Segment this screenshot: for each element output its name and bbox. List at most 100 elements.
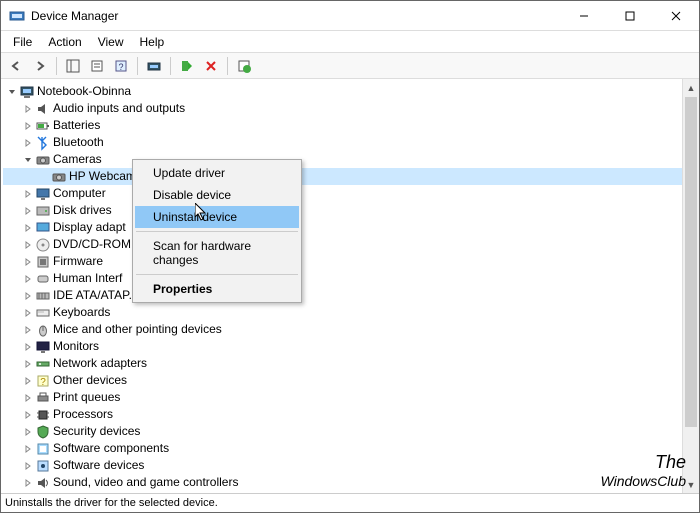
vertical-scrollbar[interactable]: ▲ ▼	[682, 79, 699, 493]
show-hide-tree-button[interactable]	[62, 55, 84, 77]
expander-icon[interactable]	[21, 442, 35, 456]
expander-icon[interactable]	[21, 289, 35, 303]
uninstall-device-button[interactable]	[200, 55, 222, 77]
tree-item[interactable]: Bluetooth	[3, 134, 699, 151]
tree-item[interactable]: Security devices	[3, 423, 699, 440]
expander-icon[interactable]	[21, 425, 35, 439]
tree-item-label: Software devices	[53, 457, 144, 474]
scroll-thumb[interactable]	[685, 97, 697, 427]
ctx-separator	[136, 274, 298, 275]
ctx-uninstall-device[interactable]: Uninstall device	[135, 206, 299, 228]
expander-icon[interactable]	[21, 119, 35, 133]
expander-icon[interactable]	[21, 255, 35, 269]
expander-icon[interactable]	[5, 85, 19, 99]
expander-icon[interactable]	[37, 170, 51, 184]
expander-icon[interactable]	[21, 493, 35, 494]
tree-item-label: IDE ATA/ATAP...	[53, 287, 139, 304]
ctx-properties[interactable]: Properties	[135, 278, 299, 300]
help-button[interactable]: ?	[110, 55, 132, 77]
menu-action[interactable]: Action	[40, 33, 89, 51]
tree-item[interactable]: Audio inputs and outputs	[3, 100, 699, 117]
expander-icon[interactable]	[21, 408, 35, 422]
window-title: Device Manager	[31, 9, 561, 23]
ctx-update-driver[interactable]: Update driver	[135, 162, 299, 184]
tree-item[interactable]: ?Other devices	[3, 372, 699, 389]
expander-icon[interactable]	[21, 340, 35, 354]
tree-item[interactable]: Storage controllers	[3, 491, 699, 493]
tree-item-label: Other devices	[53, 372, 127, 389]
tree-item-label: Mice and other pointing devices	[53, 321, 222, 338]
expander-icon[interactable]	[21, 204, 35, 218]
tree-item[interactable]: Human Interf	[3, 270, 699, 287]
tree-item-label: Security devices	[53, 423, 140, 440]
tree-item[interactable]: DVD/CD-ROM	[3, 236, 699, 253]
disk-icon	[35, 203, 51, 219]
expander-icon[interactable]	[21, 136, 35, 150]
keyboard-icon	[35, 305, 51, 321]
enable-device-button[interactable]	[176, 55, 198, 77]
tree-item[interactable]: Software components	[3, 440, 699, 457]
close-button[interactable]	[653, 1, 699, 31]
properties-button[interactable]	[86, 55, 108, 77]
device-tree[interactable]: Notebook-ObinnaAudio inputs and outputsB…	[1, 79, 699, 493]
expander-icon[interactable]	[21, 153, 35, 167]
menu-view[interactable]: View	[90, 33, 132, 51]
expander-icon[interactable]	[21, 476, 35, 490]
tree-item[interactable]: Sound, video and game controllers	[3, 474, 699, 491]
tree-item[interactable]: Computer	[3, 185, 699, 202]
tree-item[interactable]: Monitors	[3, 338, 699, 355]
tree-item-label: Keyboards	[53, 304, 110, 321]
minimize-button[interactable]	[561, 1, 607, 31]
expander-icon[interactable]	[21, 221, 35, 235]
back-button[interactable]	[5, 55, 27, 77]
expander-icon[interactable]	[21, 306, 35, 320]
tree-item-label: Notebook-Obinna	[37, 83, 131, 100]
menu-file[interactable]: File	[5, 33, 40, 51]
tree-item[interactable]: Network adapters	[3, 355, 699, 372]
expander-icon[interactable]	[21, 357, 35, 371]
tree-item[interactable]: Processors	[3, 406, 699, 423]
tree-item[interactable]: HP Webcam	[3, 168, 699, 185]
tree-item[interactable]: Cameras	[3, 151, 699, 168]
tree-item[interactable]: Print queues	[3, 389, 699, 406]
expander-icon[interactable]	[21, 374, 35, 388]
toolbar: ?	[1, 52, 699, 79]
tree-item[interactable]: Firmware	[3, 253, 699, 270]
expander-icon[interactable]	[21, 459, 35, 473]
tree-item-label: Firmware	[53, 253, 103, 270]
tree-item[interactable]: Keyboards	[3, 304, 699, 321]
tree-item[interactable]: Mice and other pointing devices	[3, 321, 699, 338]
ide-icon	[35, 288, 51, 304]
expander-icon[interactable]	[21, 238, 35, 252]
tree-item-label: Computer	[53, 185, 106, 202]
expander-icon[interactable]	[21, 391, 35, 405]
forward-button[interactable]	[29, 55, 51, 77]
toolbar-separator	[170, 57, 171, 75]
software-component-icon	[35, 441, 51, 457]
tree-item[interactable]: Software devices	[3, 457, 699, 474]
battery-icon	[35, 118, 51, 134]
processor-icon	[35, 407, 51, 423]
tree-item[interactable]: Display adapt	[3, 219, 699, 236]
scroll-up-arrow[interactable]: ▲	[683, 79, 699, 96]
update-driver-button[interactable]	[233, 55, 255, 77]
tree-item[interactable]: Notebook-Obinna	[3, 83, 699, 100]
ctx-disable-device[interactable]: Disable device	[135, 184, 299, 206]
scan-hardware-button[interactable]	[143, 55, 165, 77]
sound-icon	[35, 475, 51, 491]
menu-help[interactable]: Help	[132, 33, 173, 51]
tree-item[interactable]: Batteries	[3, 117, 699, 134]
tree-item[interactable]: Disk drives	[3, 202, 699, 219]
expander-icon[interactable]	[21, 187, 35, 201]
statusbar: Uninstalls the driver for the selected d…	[1, 493, 699, 512]
expander-icon[interactable]	[21, 323, 35, 337]
tree-item[interactable]: IDE ATA/ATAP...	[3, 287, 699, 304]
maximize-button[interactable]	[607, 1, 653, 31]
ctx-scan-hardware[interactable]: Scan for hardware changes	[135, 235, 299, 271]
expander-icon[interactable]	[21, 102, 35, 116]
ctx-separator	[136, 231, 298, 232]
toolbar-separator	[137, 57, 138, 75]
expander-icon[interactable]	[21, 272, 35, 286]
statusbar-text: Uninstalls the driver for the selected d…	[5, 497, 218, 509]
scroll-down-arrow[interactable]: ▼	[683, 476, 699, 493]
